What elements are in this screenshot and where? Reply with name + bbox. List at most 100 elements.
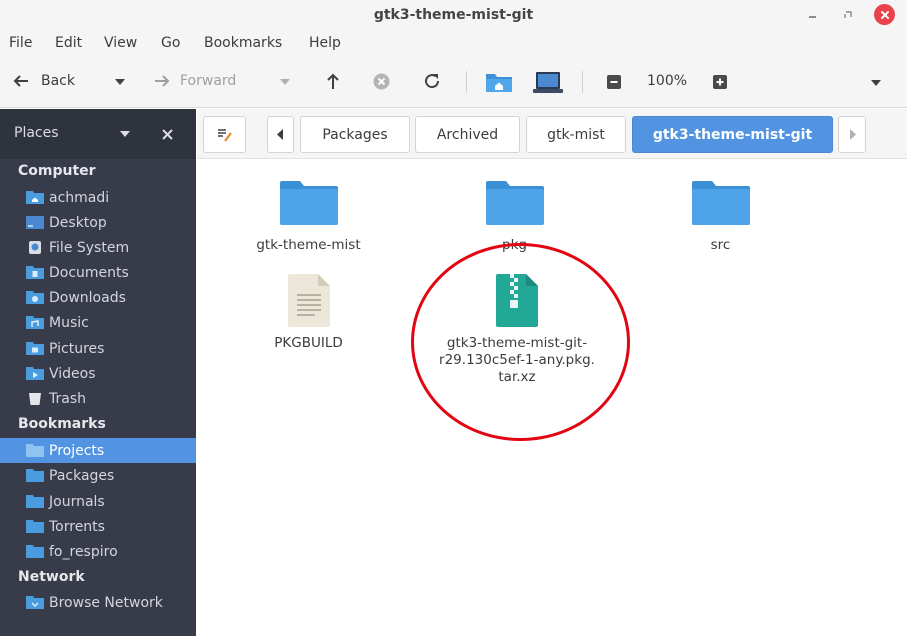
pathbar-crumb-gtk-mist[interactable]: gtk-mist: [526, 116, 626, 153]
zoom-in-button[interactable]: [713, 75, 727, 89]
places-sidebar: Places Computer achmadi Desktop File Sys…: [0, 109, 196, 636]
sidebar-item-file-system[interactable]: File System: [0, 235, 196, 260]
menu-help[interactable]: Help: [309, 35, 341, 51]
sidebar-item-label: achmadi: [49, 189, 110, 206]
trash-icon: [29, 393, 41, 405]
forward-button[interactable]: Forward: [153, 72, 236, 90]
sidebar-item-videos[interactable]: Videos: [0, 361, 196, 386]
sidebar-section-network: Network: [18, 569, 85, 585]
reload-button[interactable]: [422, 71, 442, 91]
file-item[interactable]: PKGBUILD: [231, 274, 386, 352]
file-item[interactable]: gtk3-theme-mist-git- r29.130c5ef-1-any.p…: [429, 274, 605, 386]
network-folder-icon: [26, 596, 44, 609]
reload-icon: [425, 74, 440, 89]
drive-icon: [29, 241, 41, 254]
menu-edit[interactable]: Edit: [55, 35, 82, 51]
sidebar-item-label: Documents: [49, 264, 129, 281]
sidebar-item-pictures[interactable]: Pictures: [0, 336, 196, 361]
folder-icon: [26, 495, 44, 508]
pathbar-scroll-left[interactable]: [267, 116, 294, 153]
title-bar: gtk3-theme-mist-git: [0, 0, 907, 30]
documents-folder-icon: [26, 266, 44, 279]
minimize-button[interactable]: [802, 5, 822, 25]
pathbar-crumb-packages[interactable]: Packages: [300, 116, 410, 153]
stop-button[interactable]: [373, 73, 390, 90]
toolbar-separator: [466, 71, 467, 93]
videos-folder-icon: [26, 367, 44, 380]
sidebar-item-packages[interactable]: Packages: [0, 463, 196, 488]
chevron-down-icon: [871, 80, 881, 86]
sidebar-item-projects[interactable]: Projects: [0, 438, 196, 463]
sidebar-header-label: Places: [14, 125, 59, 141]
sidebar-item-label: Downloads: [49, 289, 126, 306]
edit-location-icon: [217, 128, 232, 142]
sidebar-item-label: Packages: [49, 467, 115, 484]
chevron-down-icon: [280, 79, 290, 85]
sidebar-item-desktop[interactable]: Desktop: [0, 210, 196, 235]
sidebar-item-browse-network[interactable]: Browse Network: [0, 590, 196, 615]
menu-bookmarks[interactable]: Bookmarks: [204, 35, 282, 51]
folder-icon: [691, 181, 750, 225]
maximize-button[interactable]: [838, 5, 858, 25]
sidebar-section-bookmarks: Bookmarks: [18, 416, 106, 432]
sidebar-item-documents[interactable]: Documents: [0, 260, 196, 285]
menu-go[interactable]: Go: [161, 35, 180, 51]
sidebar-item-journals[interactable]: Journals: [0, 489, 196, 514]
menu-view[interactable]: View: [104, 35, 137, 51]
sidebar-item-music[interactable]: Music: [0, 310, 196, 335]
desktop-icon: [26, 216, 44, 229]
pathbar-crumb-current[interactable]: gtk3-theme-mist-git: [632, 116, 833, 153]
zoom-in-icon: [713, 75, 727, 89]
chevron-right-icon: [849, 129, 856, 140]
pathbar-scroll-right[interactable]: [838, 116, 866, 153]
chevron-down-icon: [115, 79, 125, 85]
file-name: PKGBUILD: [274, 335, 343, 351]
home-button[interactable]: [485, 71, 513, 93]
folder-icon: [485, 181, 544, 225]
arrow-right-icon: [155, 75, 170, 87]
sidebar-item-achmadi[interactable]: achmadi: [0, 185, 196, 210]
view-options-dropdown[interactable]: [870, 79, 882, 87]
arrow-left-icon: [13, 75, 28, 87]
folder-icon: [279, 181, 338, 225]
menu-file[interactable]: File: [9, 35, 32, 51]
sidebar-item-label: Torrents: [49, 518, 105, 535]
home-folder-icon: [26, 191, 44, 204]
toolbar: Back Forward 100%: [0, 58, 907, 108]
toggle-location-button[interactable]: [203, 116, 246, 153]
pictures-folder-icon: [26, 342, 44, 355]
file-item[interactable]: gtk-theme-mist: [231, 181, 386, 254]
file-name-line: r29.130c5ef-1-any.pkg.: [439, 352, 595, 368]
back-button[interactable]: Back: [12, 72, 75, 90]
folder-icon: [26, 545, 44, 558]
close-sidebar-icon[interactable]: [162, 129, 173, 140]
text-file-icon: [287, 274, 330, 327]
minimize-icon: [808, 15, 816, 18]
archive-icon: [496, 274, 538, 327]
computer-button[interactable]: [533, 71, 563, 95]
chevron-down-icon[interactable]: [119, 130, 131, 138]
arrow-up-icon: [327, 73, 339, 89]
sidebar-item-label: Trash: [49, 390, 86, 407]
close-icon: [880, 10, 889, 19]
file-item[interactable]: pkg: [437, 181, 592, 254]
sidebar-item-downloads[interactable]: Downloads: [0, 285, 196, 310]
forward-label: Forward: [180, 73, 237, 89]
sidebar-item-label: Desktop: [49, 214, 107, 231]
music-folder-icon: [26, 316, 44, 329]
sidebar-item-trash[interactable]: Trash: [0, 386, 196, 411]
back-history-dropdown[interactable]: [114, 78, 126, 86]
folder-icon: [26, 520, 44, 533]
file-name-line: gtk3-theme-mist-git-: [446, 335, 588, 351]
pathbar-crumb-archived[interactable]: Archived: [415, 116, 520, 153]
sidebar-item-fo-respiro[interactable]: fo_respiro: [0, 539, 196, 564]
sidebar-item-torrents[interactable]: Torrents: [0, 514, 196, 539]
sidebar-item-label: Browse Network: [49, 594, 163, 611]
file-item[interactable]: src: [643, 181, 798, 254]
stop-icon: [373, 73, 390, 90]
up-button[interactable]: [324, 72, 342, 90]
sidebar-item-label: Videos: [49, 365, 96, 382]
forward-history-dropdown[interactable]: [279, 78, 291, 86]
close-button[interactable]: [874, 4, 895, 25]
zoom-out-button[interactable]: [607, 75, 621, 89]
